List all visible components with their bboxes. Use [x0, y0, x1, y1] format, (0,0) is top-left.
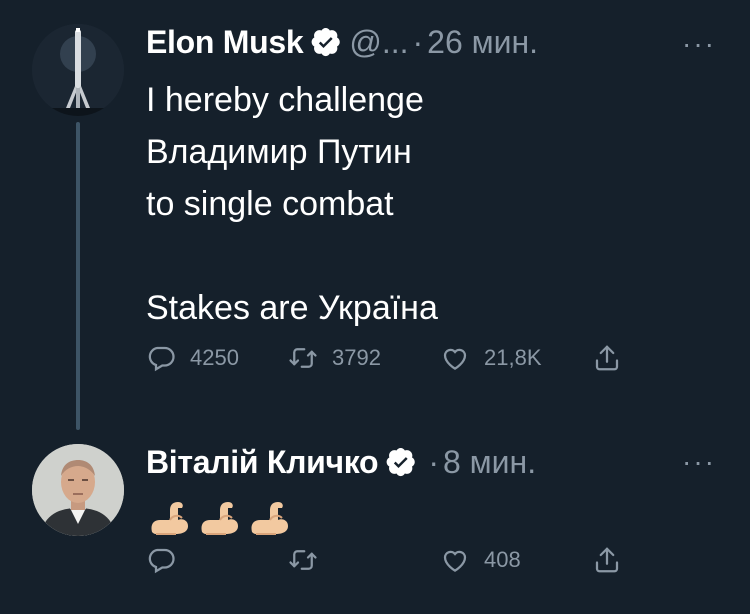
reply-icon — [148, 548, 175, 574]
retweet-button[interactable]: 3792 — [288, 343, 381, 373]
reply-icon — [148, 346, 175, 372]
reply-button[interactable]: 4250 — [146, 343, 239, 373]
rocket-avatar-image — [32, 24, 124, 116]
separator-dot: · — [412, 24, 424, 60]
tweet-timestamp[interactable]: 8 мин. — [443, 442, 536, 482]
author-name[interactable]: Elon Musk — [146, 22, 304, 62]
verified-badge-icon — [386, 447, 416, 477]
like-button[interactable]: 408 — [440, 545, 521, 575]
flexed-biceps-icon — [201, 502, 238, 535]
retweet-button[interactable] — [288, 545, 318, 575]
reply-count: 4250 — [190, 345, 239, 370]
retweet-count: 3792 — [332, 345, 381, 370]
avatar-klitschko[interactable] — [32, 444, 124, 536]
retweet-icon — [289, 550, 317, 570]
like-button[interactable]: 21,8K — [440, 343, 542, 373]
author-name[interactable]: Віталій Кличко — [146, 442, 379, 482]
verified-badge-icon — [311, 27, 341, 57]
share-icon — [595, 345, 619, 371]
like-count: 21,8K — [484, 345, 542, 370]
heart-icon — [443, 550, 467, 572]
share-button[interactable] — [592, 545, 622, 575]
like-count: 408 — [484, 547, 521, 572]
retweet-icon — [289, 348, 317, 368]
author-handle[interactable]: @... — [349, 22, 408, 62]
tweet-timestamp[interactable]: 26 мин. — [427, 22, 538, 62]
flexed-biceps-icon — [151, 502, 188, 535]
share-icon — [595, 547, 619, 573]
separator-dot: · — [428, 444, 439, 480]
tweet-header: Elon Musk @... · 26 мин. — [146, 22, 538, 62]
share-button[interactable] — [592, 343, 622, 373]
flexed-biceps-icon — [251, 502, 288, 535]
more-options-icon[interactable]: ··· — [682, 448, 716, 476]
tweet-header: Віталій Кличко · 8 мин. — [146, 442, 536, 482]
tweet-text: I hereby challenge Владимир Путин to sin… — [146, 81, 438, 327]
tweet-emoji-row — [148, 496, 290, 536]
heart-icon — [443, 348, 467, 370]
more-options-icon[interactable]: ··· — [682, 30, 716, 58]
person-avatar-image — [32, 444, 124, 536]
avatar-elon[interactable] — [32, 24, 124, 116]
reply-button[interactable] — [146, 545, 176, 575]
